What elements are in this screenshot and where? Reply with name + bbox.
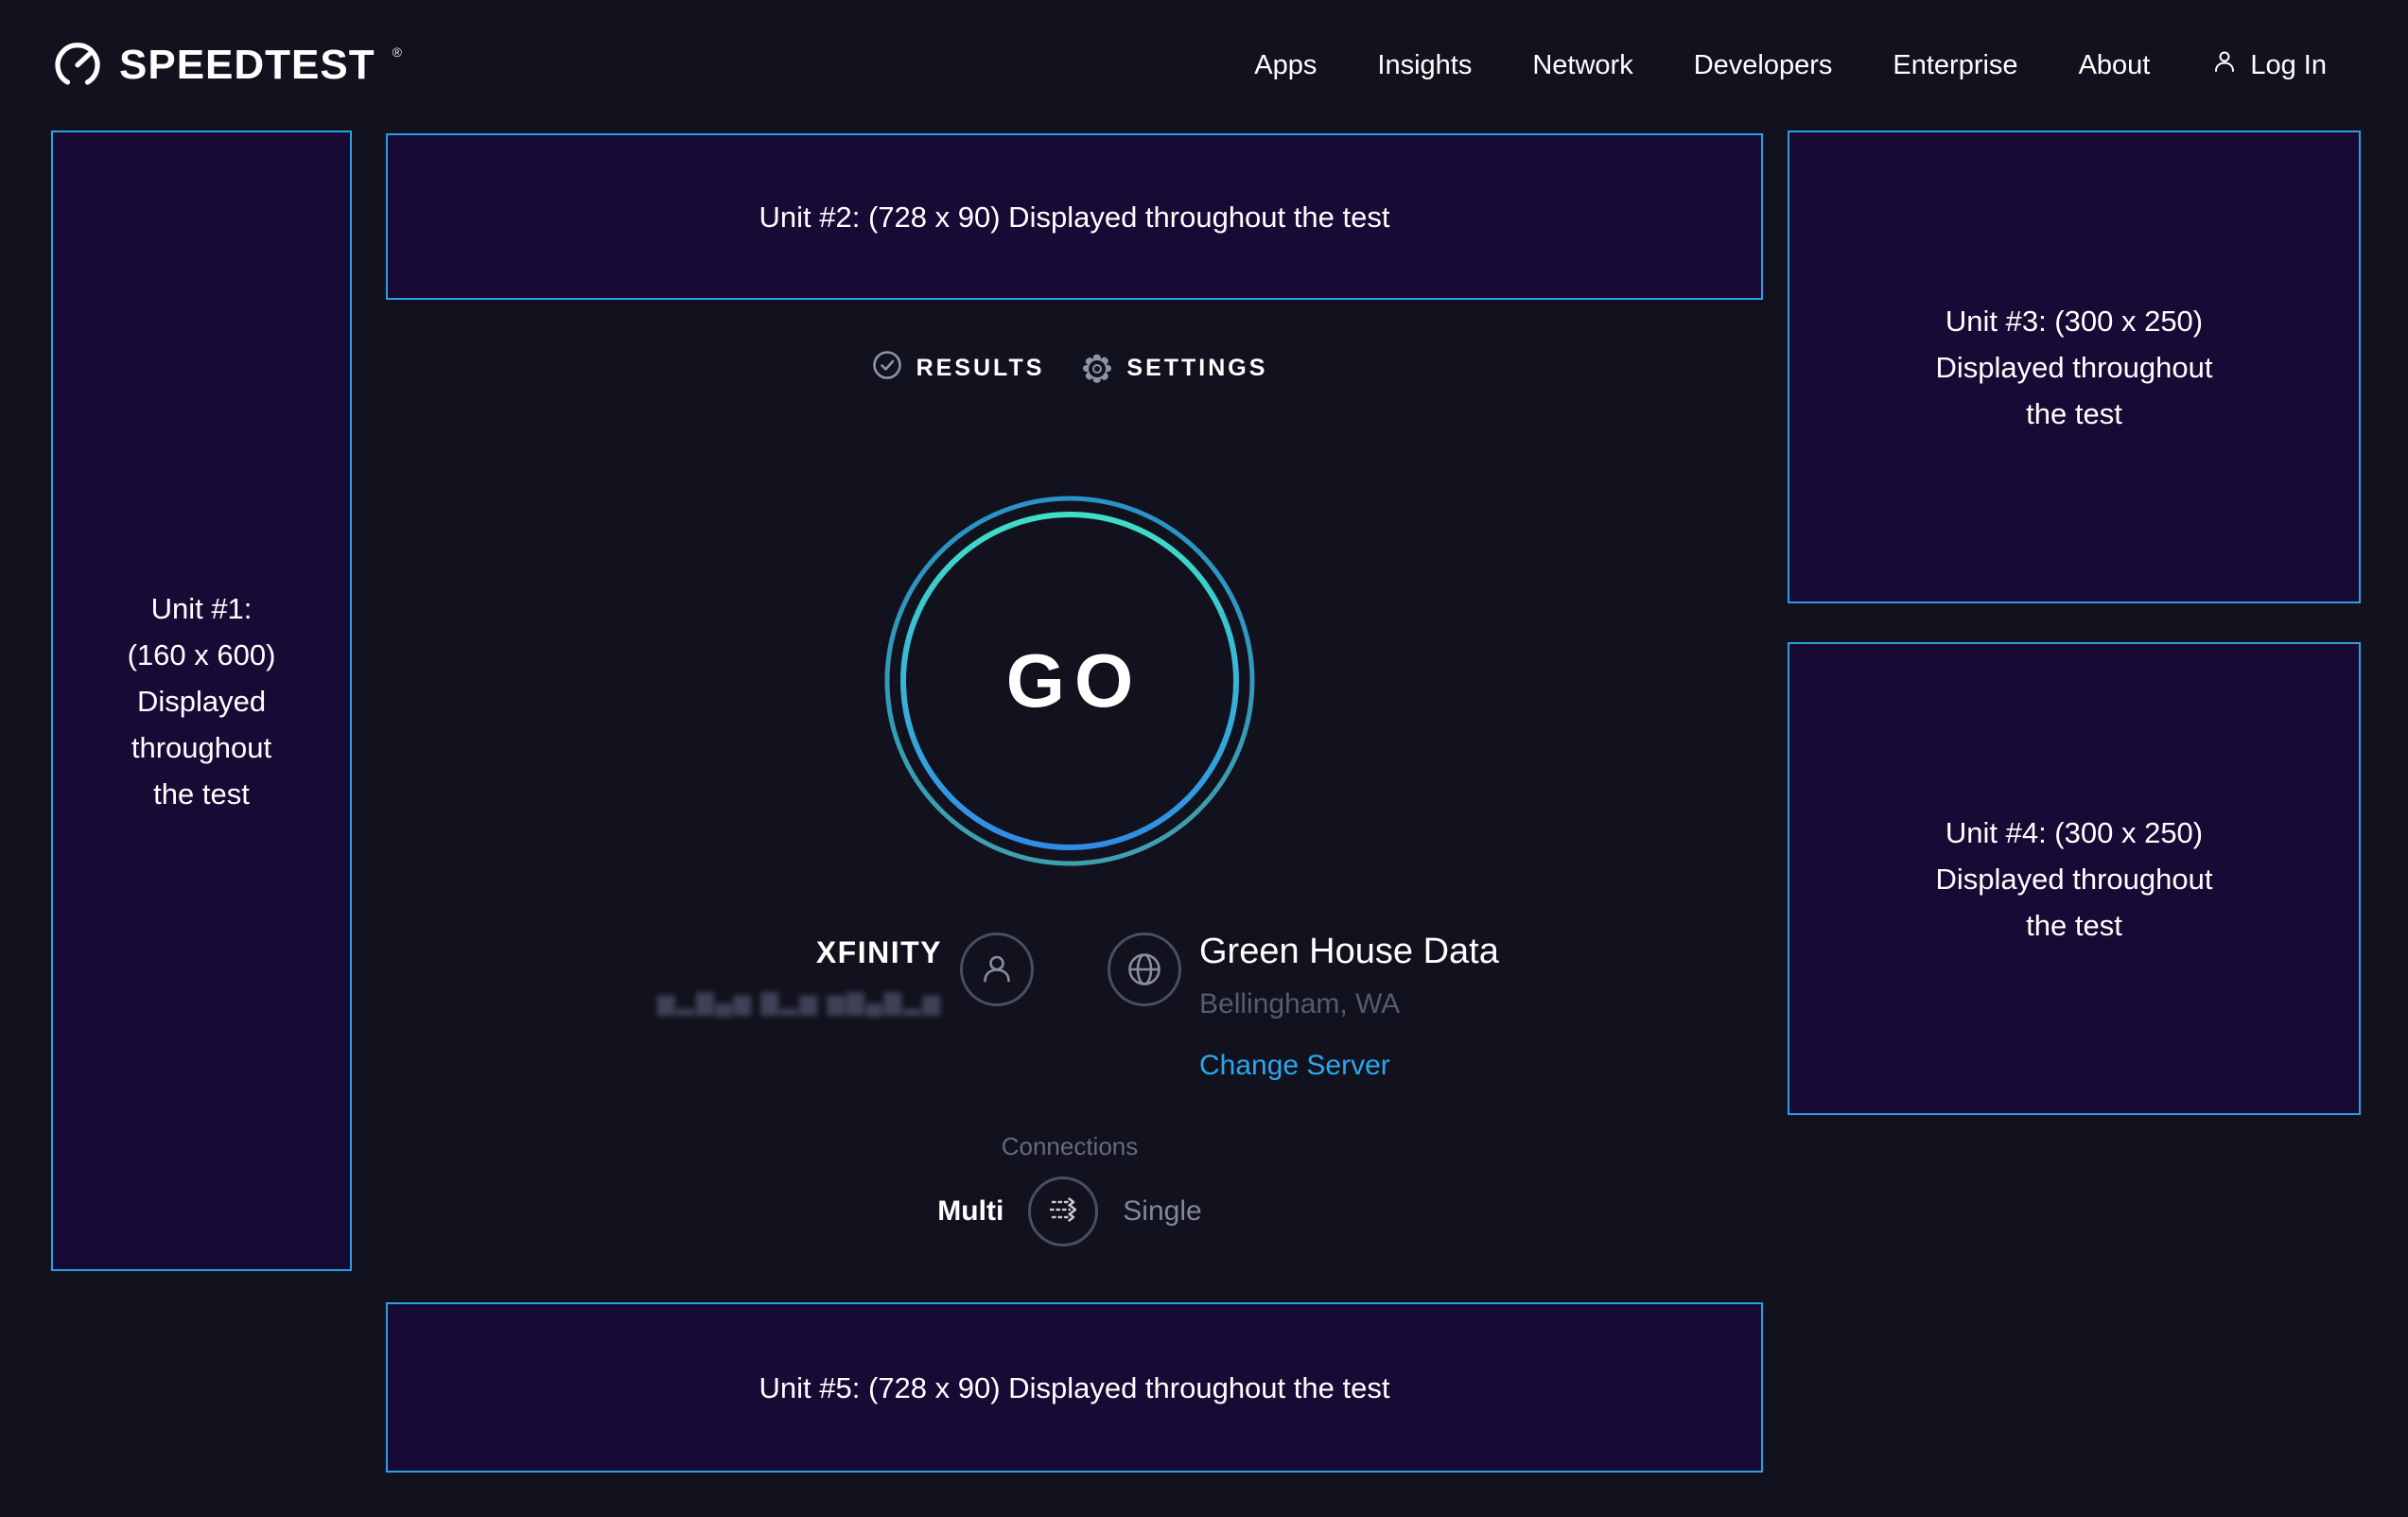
check-circle-icon <box>872 350 902 387</box>
isp-block: XFINITY ▆▂▇▄▆ ▇▂▆ ▆▇▄▇▂▆ <box>657 933 942 1017</box>
ad-text-line: Displayed throughout <box>1936 344 2213 391</box>
login-label: Log In <box>2250 50 2327 81</box>
nav-item-about[interactable]: About <box>2079 50 2151 81</box>
connections-heading: Connections <box>352 1131 1788 1161</box>
connections-option-multi[interactable]: Multi <box>937 1195 1003 1228</box>
ad-text-line: the test <box>2026 902 2122 949</box>
ad-text-line: throughout <box>131 724 271 771</box>
gear-icon <box>1082 354 1112 384</box>
change-server-link[interactable]: Change Server <box>1199 1047 1499 1085</box>
ad-text-line: Unit #1: <box>151 585 253 632</box>
main-nav: Apps Insights Network Developers Enterpr… <box>1254 47 2327 83</box>
brand-wordmark: SPEEDTEST <box>119 44 375 86</box>
isp-server-row: XFINITY ▆▂▇▄▆ ▇▂▆ ▆▇▄▇▂▆ Green House Dat… <box>352 930 1788 1100</box>
globe-icon <box>1108 933 1181 1006</box>
ad-text-line: Displayed <box>137 678 266 724</box>
ad-text-line: Unit #4: (300 x 250) <box>1946 810 2203 856</box>
nav-item-network[interactable]: Network <box>1532 50 1632 81</box>
ad-unit-5[interactable]: Unit #5: (728 x 90) Displayed throughout… <box>386 1302 1763 1473</box>
login-button[interactable]: Log In <box>2210 47 2327 83</box>
tab-settings[interactable]: SETTINGS <box>1082 354 1267 384</box>
nav-item-enterprise[interactable]: Enterprise <box>1893 50 2017 81</box>
connections-option-single[interactable]: Single <box>1123 1195 1201 1228</box>
isp-name: XFINITY <box>657 933 942 971</box>
tab-results-label: RESULTS <box>916 355 1045 382</box>
server-block: Green House Data Bellingham, WA Change S… <box>1199 930 1499 1085</box>
ad-text-line: the test <box>2026 391 2122 437</box>
ad-text-line: Displayed throughout <box>1936 856 2213 902</box>
server-name: Green House Data <box>1199 930 1499 973</box>
nav-item-insights[interactable]: Insights <box>1377 50 1472 81</box>
test-panel: RESULTS SETTINGS <box>352 131 1788 1322</box>
nav-item-apps[interactable]: Apps <box>1254 50 1317 81</box>
speedtest-page: SPEEDTEST ® Apps Insights Network Develo… <box>0 0 2408 1517</box>
go-button[interactable]: GO <box>884 496 1255 866</box>
person-circle-icon <box>960 933 1034 1006</box>
registered-trademark: ® <box>393 44 402 60</box>
connections-toggle-row: Multi Single <box>352 1177 1788 1247</box>
ad-text-line: (160 x 600) <box>128 632 276 678</box>
top-nav-bar: SPEEDTEST ® Apps Insights Network Develo… <box>0 0 2408 131</box>
panel-tabs: RESULTS SETTINGS <box>352 350 1788 387</box>
ad-text-line: Unit #5: (728 x 90) Displayed throughout… <box>759 1365 1390 1411</box>
ad-text-line: the test <box>153 771 250 817</box>
go-label: GO <box>884 496 1255 866</box>
ad-unit-1[interactable]: Unit #1: (160 x 600) Displayed throughou… <box>51 131 352 1271</box>
nav-item-developers[interactable]: Developers <box>1694 50 1833 81</box>
tab-settings-label: SETTINGS <box>1126 355 1267 382</box>
speedtest-logo[interactable]: SPEEDTEST ® <box>51 37 402 95</box>
gauge-icon <box>51 37 104 95</box>
ad-unit-4[interactable]: Unit #4: (300 x 250) Displayed throughou… <box>1788 642 2361 1115</box>
ad-unit-3[interactable]: Unit #3: (300 x 250) Displayed throughou… <box>1788 131 2361 603</box>
tab-results[interactable]: RESULTS <box>872 350 1045 387</box>
person-icon <box>2210 47 2239 83</box>
server-location: Bellingham, WA <box>1199 985 1499 1024</box>
connections-toggle[interactable] <box>1028 1177 1098 1247</box>
isp-details-redacted: ▆▂▇▄▆ ▇▂▆ ▆▇▄▇▂▆ <box>657 990 942 1017</box>
ad-text-line: Unit #3: (300 x 250) <box>1946 298 2203 344</box>
multi-arrows-icon <box>1044 1191 1082 1233</box>
